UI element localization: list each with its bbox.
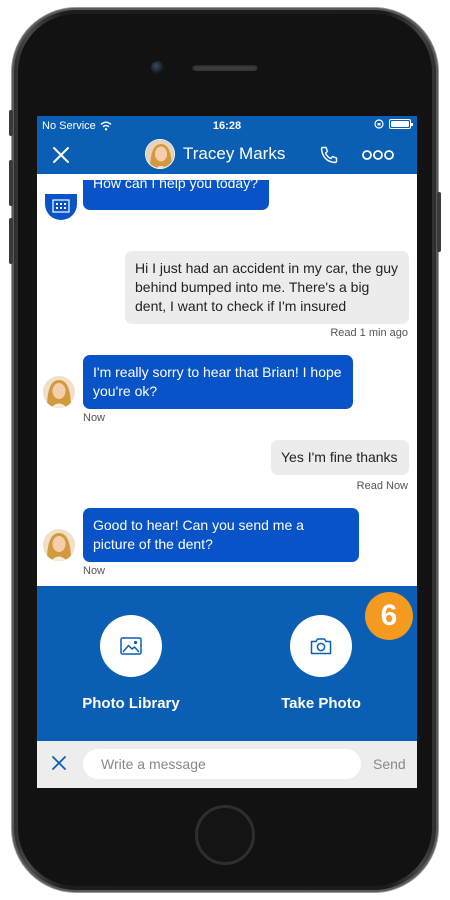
take-photo-label[interactable]: Take Photo [251,695,391,712]
contact-avatar [145,139,175,169]
camera-icon [310,638,332,655]
step-badge: 6 [365,592,413,640]
message-text: How can I help you today? [93,180,258,191]
app-screen: No Service 16:28 Tracey Marks How can I … [37,116,417,788]
orientation-lock-icon [374,119,384,129]
status-bar: No Service 16:28 [37,116,417,136]
home-button[interactable] [195,805,255,865]
more-icon[interactable] [362,149,394,161]
photo-library-button[interactable] [100,615,162,677]
status-right [374,119,413,129]
attachment-panel: 6 Photo Library Take Photo [37,586,417,741]
message-bubble-incoming: Good to hear! Can you send me a picture … [83,508,359,562]
phone-icon[interactable] [319,145,339,165]
message-status: Read Now [356,480,408,492]
message-text: Yes I'm fine thanks [281,449,398,465]
mute-switch [9,110,13,136]
close-attachments-icon[interactable] [51,755,67,771]
building-icon [52,199,70,213]
volume-up-button [9,160,13,206]
message-text: I'm really sorry to hear that Brian! I h… [93,364,342,399]
agent-avatar [43,529,75,561]
message-input[interactable] [83,749,361,779]
contact-header[interactable]: Tracey Marks [145,139,285,169]
message-bubble-incoming: How can I help you today? [83,180,269,210]
send-button[interactable]: Send [373,756,406,772]
front-camera [151,61,164,74]
bot-avatar [45,194,77,220]
message-bubble-incoming: I'm really sorry to hear that Brian! I h… [83,355,353,409]
message-text: Good to hear! Can you send me a picture … [93,517,304,552]
contact-name: Tracey Marks [183,144,286,163]
chat-header: Tracey Marks [37,136,417,174]
message-bubble-outgoing: Hi I just had an accident in my car, the… [125,251,409,324]
battery-icon [389,119,413,129]
message-bubble-outgoing: Yes I'm fine thanks [271,440,409,475]
agent-avatar [43,376,75,408]
image-icon [120,637,142,655]
message-composer: Send [37,741,417,788]
message-status: Read 1 min ago [330,327,408,339]
close-icon[interactable] [51,145,71,165]
photo-library-label[interactable]: Photo Library [61,695,201,712]
power-button [437,192,441,252]
message-list[interactable]: Today How can I help you today? Hi I jus… [37,174,417,586]
status-time: 16:28 [212,120,242,132]
take-photo-button[interactable] [290,615,352,677]
message-text: Hi I just had an accident in my car, the… [135,260,399,314]
message-timestamp: Now [83,412,106,424]
message-timestamp: Now [83,565,106,577]
earpiece-speaker [192,64,258,71]
volume-down-button [9,218,13,264]
